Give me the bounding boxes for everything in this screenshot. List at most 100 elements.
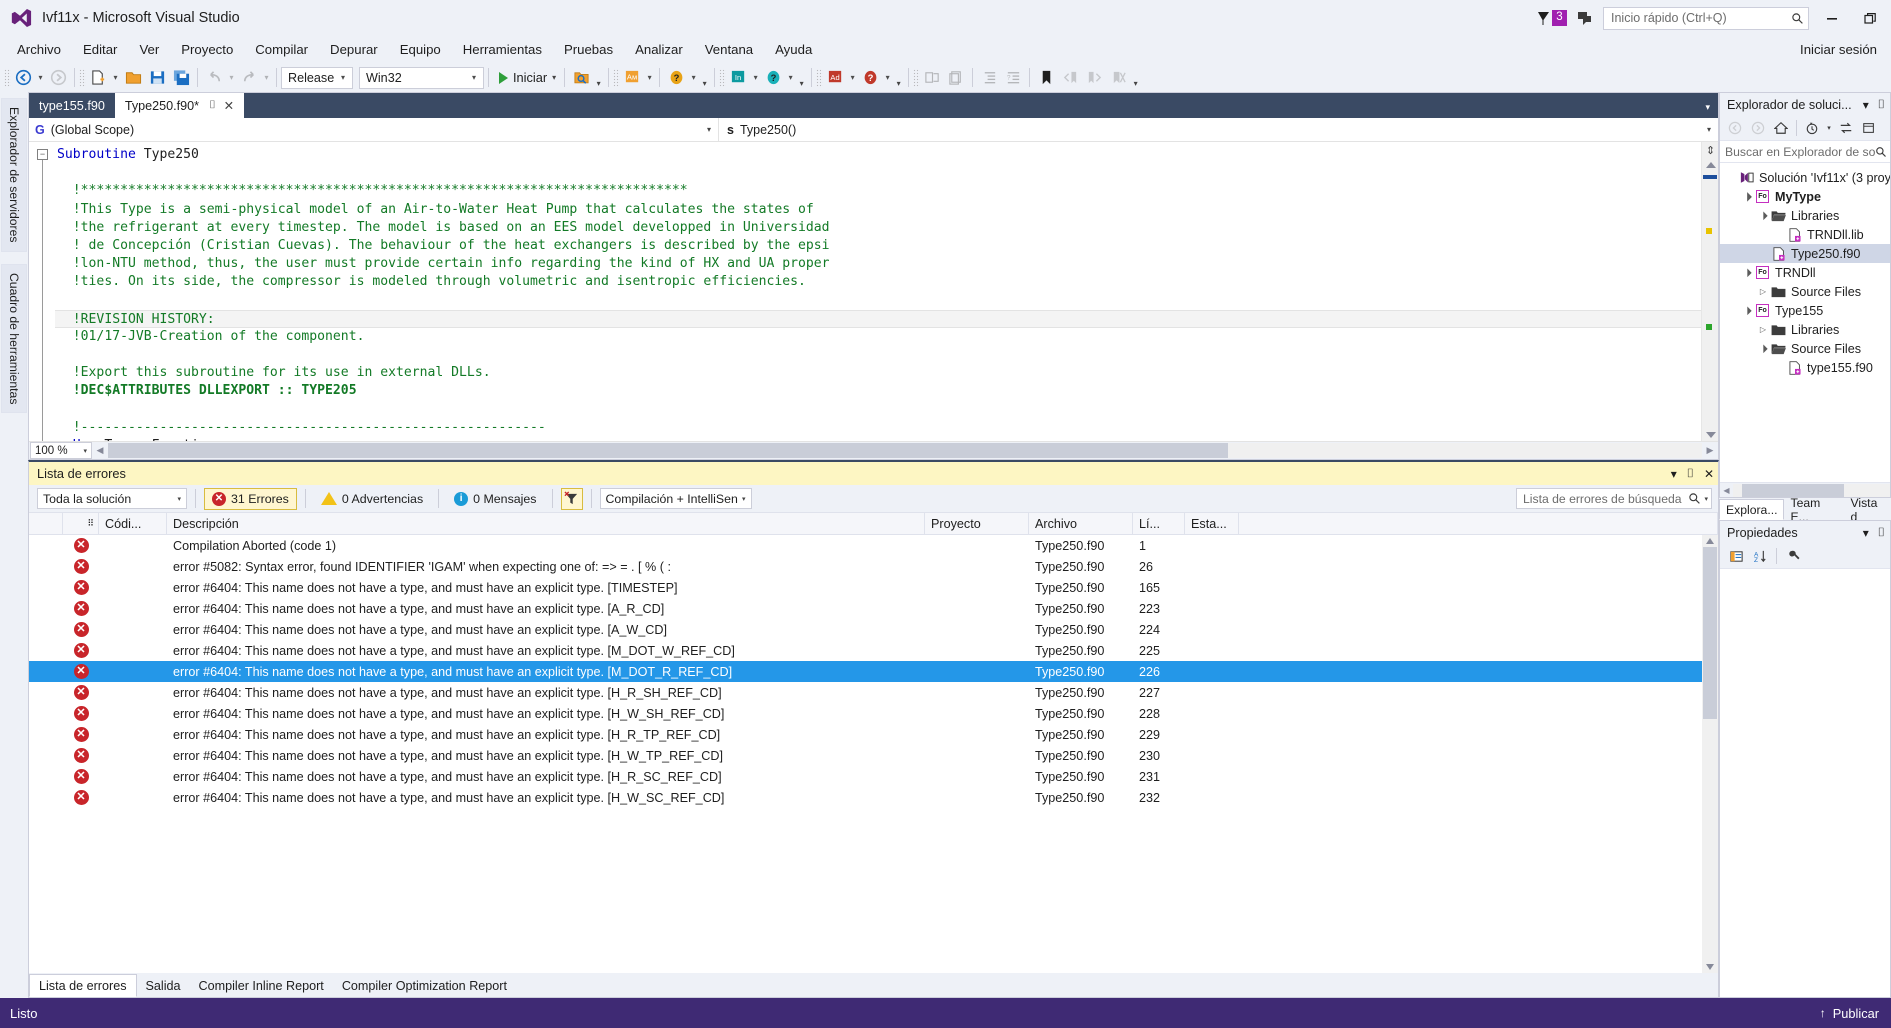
properties-page-icon[interactable] <box>1783 546 1803 566</box>
table-row[interactable]: ✕ error #6404: This name does not have a … <box>29 598 1718 619</box>
dock-tab-toolbox[interactable]: Cuadro de herramientas <box>1 263 27 413</box>
table-row[interactable]: ✕ error #6404: This name does not have a … <box>29 640 1718 661</box>
scroll-thumb[interactable] <box>1703 547 1717 719</box>
minimize-button[interactable] <box>1817 4 1847 32</box>
document-tab-type155[interactable]: type155.f90 <box>29 93 115 118</box>
column-header-state[interactable]: Esta... <box>1185 513 1239 534</box>
menu-ventana[interactable]: Ventana <box>694 39 764 60</box>
decrease-indent-icon[interactable]: ? <box>1001 66 1025 90</box>
expand-triangle-down-icon[interactable]: ◢ <box>1739 264 1755 280</box>
tab-class-view[interactable]: Vista d <box>1844 496 1891 524</box>
menu-analizar[interactable]: Analizar <box>624 39 694 60</box>
new-project-icon[interactable] <box>86 66 110 90</box>
navigate-back-dropdown[interactable]: ▾ <box>35 67 46 89</box>
expand-triangle-down-icon[interactable]: ◢ <box>1755 340 1771 356</box>
table-row[interactable]: ✕ error #6404: This name does not have a … <box>29 661 1718 682</box>
bookmark-icon[interactable] <box>1034 66 1058 90</box>
next-bookmark-icon[interactable] <box>1082 66 1106 90</box>
ampere-tool-icon[interactable]: Aᴍ <box>620 66 644 90</box>
quick-launch-input[interactable]: Inicio rápido (Ctrl+Q) <box>1603 6 1809 30</box>
editor-vertical-scrollbar[interactable]: ⇕ <box>1701 142 1718 441</box>
scroll-down-arrow-icon[interactable] <box>1706 432 1716 438</box>
toolbar-overflow-3[interactable]: ▾ <box>796 67 807 89</box>
help-dropdown-3[interactable]: ▾ <box>882 67 893 89</box>
save-all-icon[interactable] <box>169 66 193 90</box>
table-row[interactable]: ✕ error #6404: This name does not have a … <box>29 745 1718 766</box>
tree-item-trndll[interactable]: ◢ Fo TRNDll <box>1720 263 1890 282</box>
menu-equipo[interactable]: Equipo <box>389 39 452 60</box>
scope-dropdown[interactable]: G (Global Scope) ▾ <box>29 117 719 142</box>
tree-item-source-files[interactable]: ◢ Source Files <box>1720 339 1890 358</box>
member-dropdown[interactable]: s Type250() ▾ <box>719 118 1718 142</box>
expand-triangle-right-icon[interactable]: ▷ <box>1756 325 1770 334</box>
table-row[interactable]: ✕ error #6404: This name does not have a … <box>29 766 1718 787</box>
navigate-back-icon[interactable] <box>11 66 35 90</box>
zoom-level-combo[interactable]: 100 % ▾ <box>30 442 92 459</box>
pin-icon[interactable]: ⌷ <box>1878 97 1885 112</box>
code-editor[interactable]: − Subroutine Type250 !******************… <box>29 142 1718 441</box>
column-header-project[interactable]: Proyecto <box>925 513 1029 534</box>
error-list-rows[interactable]: ✕ Compilation Aborted (code 1) Type250.f90… <box>29 535 1718 973</box>
redo-icon[interactable] <box>237 66 261 90</box>
tab-compiler-optimization-report[interactable]: Compiler Optimization Report <box>333 974 516 997</box>
clear-filter-icon[interactable] <box>560 487 583 510</box>
tab-output[interactable]: Salida <box>137 974 190 997</box>
solution-explorer-horizontal-scrollbar[interactable]: ◀ <box>1720 482 1890 497</box>
pin-icon[interactable]: ⌷ <box>1878 525 1885 540</box>
column-header-code[interactable]: Códi... <box>99 513 167 534</box>
column-header-selector[interactable] <box>29 513 63 534</box>
horizontal-scroll-thumb[interactable] <box>108 443 1228 458</box>
chevron-down-icon[interactable]: ▾ <box>1863 98 1869 112</box>
toolbar-overflow-4[interactable]: ▾ <box>893 67 904 89</box>
navigate-forward-icon[interactable] <box>1748 118 1768 138</box>
publish-label[interactable]: Publicar <box>1833 1006 1879 1021</box>
help-icon-2[interactable]: ? <box>761 66 785 90</box>
scroll-left-arrow-icon[interactable]: ◀ <box>1720 486 1733 495</box>
warnings-toggle-button[interactable]: 0 Advertencias <box>314 488 430 510</box>
horizontal-scroll-track[interactable] <box>108 443 1702 458</box>
pin-icon[interactable]: ⌷ <box>1687 466 1694 481</box>
menu-depurar[interactable]: Depurar <box>319 39 389 60</box>
undo-icon[interactable] <box>202 66 226 90</box>
expand-triangle-down-icon[interactable]: ◢ <box>1739 188 1755 204</box>
tab-error-list[interactable]: Lista de errores <box>29 974 137 997</box>
home-icon[interactable] <box>1771 118 1791 138</box>
menu-ver[interactable]: Ver <box>128 39 170 60</box>
menu-pruebas[interactable]: Pruebas <box>553 39 624 60</box>
sign-in-link[interactable]: Iniciar sesión <box>1800 42 1877 57</box>
alphabetical-view-icon[interactable]: AZ <box>1750 546 1770 566</box>
find-in-files-icon[interactable] <box>569 66 593 90</box>
configuration-combo[interactable]: Release ▾ <box>281 66 353 89</box>
advisor-icon[interactable]: Ad <box>823 66 847 90</box>
tree-item-libraries[interactable]: ◢ Libraries <box>1720 206 1890 225</box>
tree-item-type155[interactable]: ◢ Fo Type155 <box>1720 301 1890 320</box>
close-icon[interactable]: ✕ <box>1704 467 1714 481</box>
navigate-back-icon[interactable] <box>1725 118 1745 138</box>
properties-grid[interactable] <box>1720 569 1890 997</box>
toolbar-grip-3[interactable] <box>613 68 621 87</box>
toolbar-overflow-2[interactable]: ▾ <box>699 67 710 89</box>
toolbar-grip-4[interactable] <box>719 68 727 87</box>
new-project-dropdown[interactable]: ▾ <box>110 67 121 89</box>
tab-overflow-chevron-icon[interactable]: ▾ <box>1705 102 1710 113</box>
column-header-line[interactable]: Lí... <box>1133 513 1185 534</box>
horizontal-scroll-thumb[interactable] <box>1742 483 1844 497</box>
expand-triangle-right-icon[interactable]: ▷ <box>1756 287 1770 296</box>
navigate-forward-icon[interactable] <box>46 66 70 90</box>
send-feedback-icon[interactable] <box>1575 8 1595 28</box>
expand-triangle-down-icon[interactable]: ◢ <box>1755 207 1771 223</box>
table-row[interactable]: ✕ Compilation Aborted (code 1) Type250.f90… <box>29 535 1718 556</box>
fold-toggle-icon[interactable]: − <box>37 149 48 160</box>
error-search-input[interactable]: Lista de errores de búsqueda ▾ <box>1516 488 1712 509</box>
notifications-button[interactable]: 3 <box>1537 10 1567 26</box>
chevron-down-icon[interactable]: ▾ <box>1863 526 1869 540</box>
restore-button[interactable] <box>1855 4 1885 32</box>
toolbar-grip-2[interactable] <box>79 68 86 87</box>
document-tab-type250[interactable]: Type250.f90* ⌷ ✕ <box>114 93 245 118</box>
advisor-dropdown[interactable]: ▾ <box>847 67 858 89</box>
chevron-down-icon[interactable]: ▾ <box>1701 495 1708 503</box>
comment-icon[interactable] <box>920 66 944 90</box>
pending-changes-icon[interactable] <box>1802 118 1822 138</box>
horizontal-scroll-track[interactable] <box>1733 483 1890 497</box>
toolbar-grip[interactable] <box>4 68 11 87</box>
